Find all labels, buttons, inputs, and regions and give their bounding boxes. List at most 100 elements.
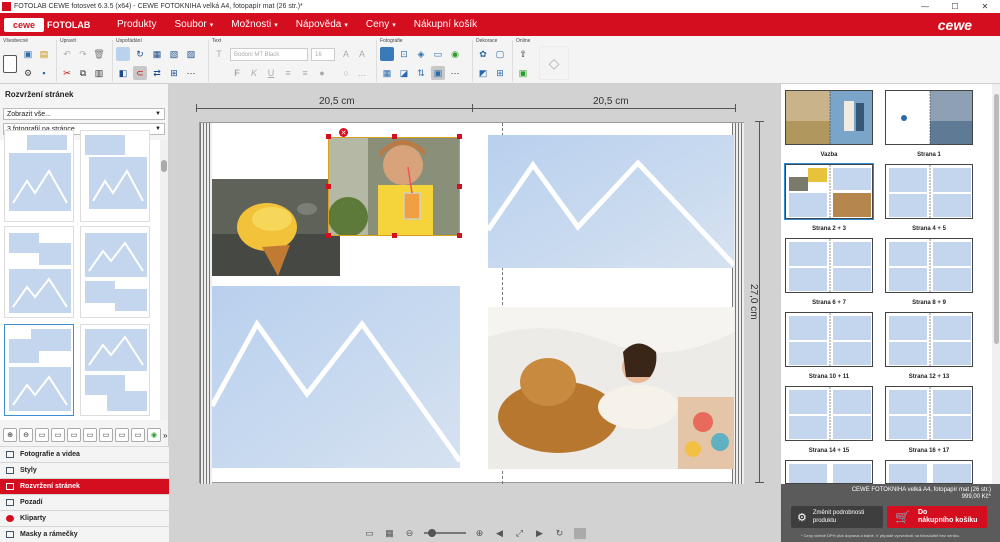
copy-icon[interactable]: ⧉ bbox=[76, 66, 90, 80]
text-effects-icon[interactable]: ○ bbox=[339, 66, 353, 80]
mask-icon[interactable]: ◩ bbox=[476, 66, 490, 80]
page-thumbnail-2-3-selected[interactable] bbox=[784, 163, 874, 220]
page-thumbnail-4-5[interactable] bbox=[885, 164, 973, 219]
section-page-layouts[interactable]: Rozvržení stránek bbox=[0, 478, 169, 494]
online-upload-icon[interactable]: ⇧ bbox=[516, 47, 530, 61]
resize-handle[interactable] bbox=[326, 184, 331, 189]
layout-thumbnail-selected[interactable] bbox=[4, 324, 74, 416]
layout-thumbnail[interactable] bbox=[80, 324, 150, 416]
zoom-slider-knob[interactable] bbox=[427, 529, 436, 537]
online-share-icon[interactable]: ▣ bbox=[516, 66, 530, 80]
single-page-view-icon[interactable]: ▭ bbox=[364, 528, 376, 539]
photo-crop-icon[interactable]: ⊡ bbox=[397, 47, 411, 61]
layout-auto-icon[interactable]: ◉ bbox=[147, 428, 161, 442]
more-chevron-icon[interactable]: » bbox=[163, 431, 167, 440]
page-thumbnail-14-15[interactable] bbox=[785, 386, 873, 441]
underline-icon[interactable]: U bbox=[264, 66, 278, 80]
layout-thumbnail[interactable] bbox=[80, 130, 150, 222]
page-thumbnail-cover[interactable] bbox=[785, 90, 873, 145]
section-backgrounds[interactable]: Pozadí bbox=[0, 494, 169, 510]
group-icon[interactable]: ▧ bbox=[167, 47, 181, 61]
align-icon[interactable]: ▦ bbox=[150, 47, 164, 61]
page-thumbnail-partial[interactable] bbox=[885, 460, 973, 484]
page-thumbnail-6-7[interactable] bbox=[785, 238, 873, 293]
preview-icon[interactable] bbox=[3, 55, 17, 73]
page-overview-icon[interactable] bbox=[573, 527, 586, 539]
photo-ice-cream[interactable] bbox=[212, 179, 340, 276]
scrollbar-thumb[interactable] bbox=[994, 94, 999, 344]
add-to-cart-button[interactable]: 🛒 Do nákupního košíku bbox=[887, 506, 987, 528]
scrollbar-thumb[interactable] bbox=[161, 160, 167, 172]
layout-filter-3-icon[interactable]: ▭ bbox=[67, 428, 81, 442]
resize-handle[interactable] bbox=[392, 134, 397, 139]
layout-filter-7-icon[interactable]: ▭ bbox=[131, 428, 145, 442]
layout-list-scrollbar[interactable] bbox=[160, 140, 168, 420]
bold-icon[interactable]: F bbox=[230, 66, 244, 80]
align-center-icon[interactable]: ≡ bbox=[298, 66, 312, 80]
lock-icon[interactable]: ⊞ bbox=[167, 66, 181, 80]
section-masks-frames[interactable]: Masky a rámečky bbox=[0, 526, 169, 542]
photo-fit-icon[interactable]: ▣ bbox=[431, 66, 445, 80]
next-page-icon[interactable]: ▶ bbox=[534, 528, 546, 539]
zoom-out-icon[interactable]: ⊖ bbox=[404, 528, 416, 539]
photo-edit-icon[interactable] bbox=[380, 47, 394, 61]
undo-icon[interactable]: ↶ bbox=[60, 47, 74, 61]
maximize-button[interactable]: ☐ bbox=[940, 0, 970, 13]
layout-thumbnail[interactable] bbox=[4, 226, 74, 318]
delete-icon[interactable]: 🗑 bbox=[92, 47, 106, 61]
page-thumbnail-12-13[interactable] bbox=[885, 312, 973, 367]
resize-handle[interactable] bbox=[326, 134, 331, 139]
resize-handle[interactable] bbox=[326, 233, 331, 238]
text-more-icon[interactable]: … bbox=[355, 66, 369, 80]
resize-handle[interactable] bbox=[457, 233, 462, 238]
grid-view-icon[interactable]: ▦ bbox=[384, 528, 396, 539]
cut-icon[interactable]: ✂ bbox=[60, 66, 74, 80]
zoom-out-icon[interactable]: ⊖ bbox=[19, 428, 33, 442]
photo-frame-icon[interactable]: ▭ bbox=[431, 47, 445, 61]
fit-to-screen-icon[interactable]: ⤢ bbox=[514, 528, 526, 539]
arrange-front-icon[interactable] bbox=[116, 47, 130, 61]
layout-thumbnail[interactable] bbox=[80, 226, 150, 318]
resize-handle[interactable] bbox=[457, 134, 462, 139]
border-icon[interactable]: ⊞ bbox=[493, 66, 507, 80]
page-navigator-scrollbar[interactable] bbox=[992, 84, 1000, 484]
photo-girl-dog[interactable] bbox=[488, 307, 734, 469]
menu-nakupni-kosik[interactable]: Nákupní košík bbox=[414, 19, 477, 30]
resize-handle[interactable] bbox=[392, 233, 397, 238]
menu-produkty[interactable]: Produkty bbox=[117, 19, 156, 30]
photo-more-icon[interactable]: ⋯ bbox=[448, 66, 462, 80]
rotate-page-icon[interactable]: ↻ bbox=[554, 528, 566, 539]
settings-gear-icon[interactable]: ⚙ bbox=[21, 66, 35, 80]
page-thumbnail-10-11[interactable] bbox=[785, 312, 873, 367]
layout-filter-select[interactable]: Zobrazit vše... ▼ bbox=[3, 108, 165, 120]
frame-icon[interactable]: ▢ bbox=[493, 47, 507, 61]
font-family-select[interactable]: Bodoni MT Black bbox=[230, 48, 308, 61]
distribute-icon[interactable]: ▨ bbox=[184, 47, 198, 61]
rotate-icon[interactable]: ↻ bbox=[133, 47, 147, 61]
section-cliparts[interactable]: Kliparty bbox=[0, 510, 169, 526]
layout-thumbnail[interactable] bbox=[4, 130, 74, 222]
section-photos-videos[interactable]: Fotografie a videa bbox=[0, 446, 169, 462]
align-left-icon[interactable]: ≡ bbox=[281, 66, 295, 80]
save-icon[interactable]: ▪ bbox=[37, 66, 51, 80]
layout-filter-4-icon[interactable]: ▭ bbox=[83, 428, 97, 442]
page-thumbnail-16-17[interactable] bbox=[885, 386, 973, 441]
photo-effect-icon[interactable]: ◈ bbox=[414, 47, 428, 61]
clipart-icon[interactable]: ✿ bbox=[476, 47, 490, 61]
menu-napoveda[interactable]: Nápověda ▾ bbox=[296, 19, 348, 30]
layout-filter-2-icon[interactable]: ▭ bbox=[51, 428, 65, 442]
close-button[interactable]: ✕ bbox=[970, 0, 1000, 13]
layout-filter-5-icon[interactable]: ▭ bbox=[99, 428, 113, 442]
menu-ceny[interactable]: Ceny ▾ bbox=[366, 19, 396, 30]
previous-page-icon[interactable]: ◀ bbox=[494, 528, 506, 539]
text-box-icon[interactable]: T bbox=[212, 47, 226, 61]
photo-girl-drink[interactable] bbox=[328, 137, 460, 236]
zoom-in-icon[interactable]: ⊕ bbox=[474, 528, 486, 539]
zoom-in-icon[interactable]: ⊕ bbox=[3, 428, 17, 442]
page-thumbnail-partial[interactable] bbox=[785, 460, 873, 484]
open-folder-icon[interactable]: ▤ bbox=[37, 47, 51, 61]
text-color-icon[interactable]: ● bbox=[315, 66, 329, 80]
section-styles[interactable]: Styly bbox=[0, 462, 169, 478]
page-thumbnail-1[interactable] bbox=[885, 90, 973, 145]
photo-adjust-icon[interactable]: ◪ bbox=[397, 66, 411, 80]
